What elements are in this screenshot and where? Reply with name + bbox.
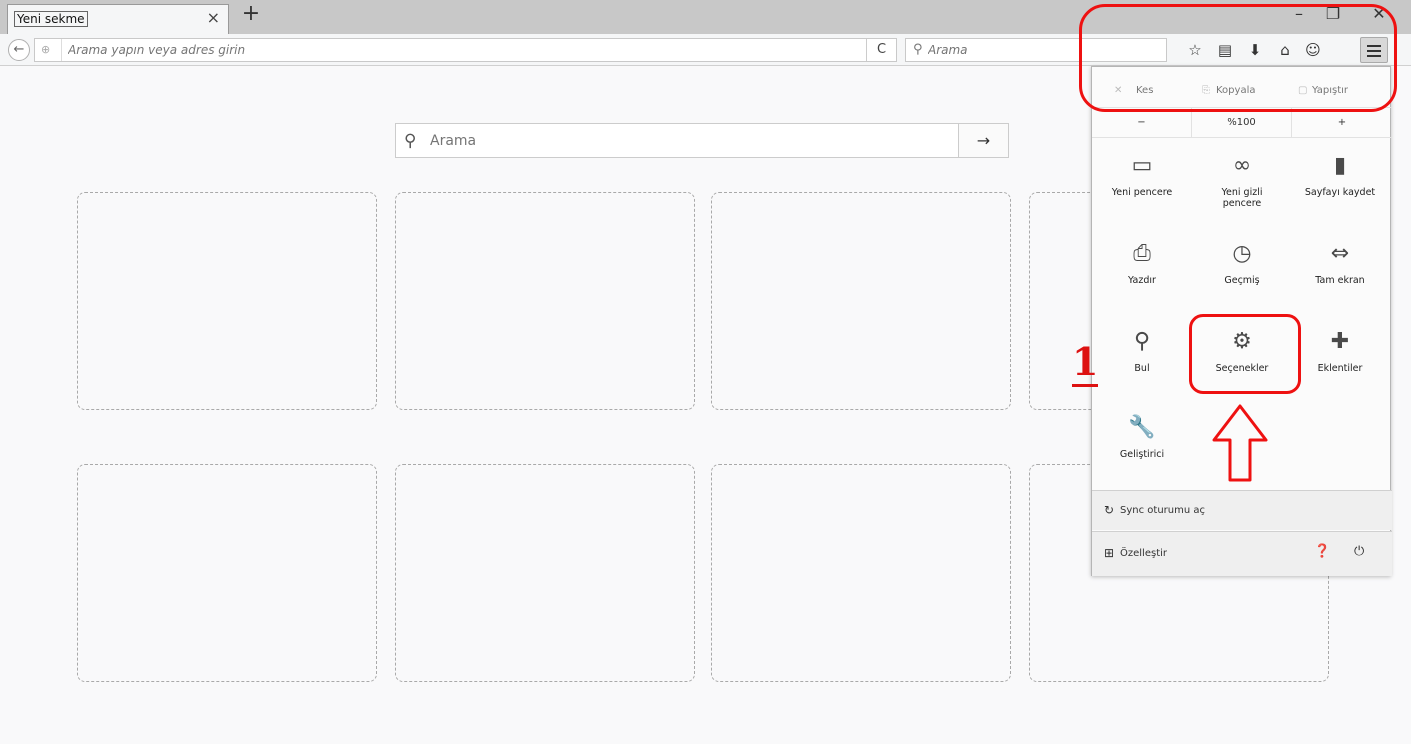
new-private-window-label: Yeni gizli pencere	[1221, 187, 1263, 209]
tile-placeholder[interactable]	[395, 464, 695, 682]
new-window-button[interactable]: ▭ Yeni pencere	[1094, 151, 1190, 231]
print-icon: ⎙	[1133, 241, 1151, 266]
find-icon: ⚲	[1133, 329, 1151, 354]
annotation-highlight-ring	[1079, 4, 1397, 112]
sync-label: Sync oturumu aç	[1120, 505, 1205, 516]
tab-title: Yeni sekme	[14, 11, 88, 27]
tile-placeholder[interactable]	[711, 192, 1011, 410]
tile-placeholder[interactable]	[77, 464, 377, 682]
page-icon: ▮	[1333, 153, 1347, 178]
find-button[interactable]: ⚲ Bul	[1094, 327, 1190, 407]
addons-button[interactable]: ✚ Eklentiler	[1292, 327, 1388, 407]
puzzle-icon: ✚	[1330, 329, 1350, 354]
new-window-label: Yeni pencere	[1111, 187, 1173, 198]
wrench-icon: 🔧	[1128, 415, 1156, 440]
new-tab-icon[interactable]: +	[240, 2, 262, 26]
newtab-search-input[interactable]	[430, 124, 950, 157]
url-bar[interactable]: ⊕ C	[34, 38, 897, 62]
save-page-label: Sayfayı kaydet	[1304, 187, 1376, 198]
window-icon: ▭	[1131, 153, 1153, 178]
tab-close-icon[interactable]: ×	[207, 9, 220, 27]
search-icon: ⚲	[404, 131, 417, 151]
sync-signin-row[interactable]: ↻ Sync oturumu aç	[1092, 490, 1392, 530]
print-label: Yazdır	[1128, 275, 1156, 286]
customize-row: ⊞ Özelleştir ❓ ⏻	[1092, 531, 1392, 576]
url-input[interactable]	[61, 39, 861, 61]
fullscreen-label: Tam ekran	[1315, 275, 1365, 286]
sync-icon: ↻	[1104, 503, 1115, 517]
private-mask-icon: ∞	[1232, 153, 1252, 178]
zoom-out-button[interactable]: −	[1092, 108, 1192, 138]
tile-placeholder[interactable]	[395, 192, 695, 410]
customize-plus-icon[interactable]: ⊞	[1104, 546, 1114, 560]
zoom-controls: − %100 +	[1092, 108, 1392, 138]
find-label: Bul	[1134, 363, 1150, 374]
annotation-up-arrow	[1212, 404, 1268, 482]
tab-yeni-sekme[interactable]: Yeni sekme ×	[7, 4, 229, 34]
addons-label: Eklentiler	[1317, 363, 1363, 374]
search-go-arrow-icon[interactable]: →	[958, 124, 1008, 157]
newtab-search-box[interactable]: ⚲ →	[395, 123, 1009, 158]
history-label: Geçmiş	[1224, 275, 1260, 286]
fullscreen-button[interactable]: ⇔ Tam ekran	[1292, 239, 1388, 319]
customize-button[interactable]: Özelleştir	[1120, 548, 1167, 559]
site-identity-icon[interactable]: ⊕	[41, 43, 50, 56]
fullscreen-icon: ⇔	[1330, 241, 1350, 266]
back-arrow-icon[interactable]: ←	[8, 39, 30, 61]
history-clock-icon: ◷	[1232, 241, 1252, 266]
quit-power-icon[interactable]: ⏻	[1354, 544, 1364, 559]
search-icon[interactable]: ⚲	[913, 42, 923, 57]
save-page-button[interactable]: ▮ Sayfayı kaydet	[1292, 151, 1388, 231]
history-button[interactable]: ◷ Geçmiş	[1194, 239, 1290, 319]
tile-placeholder[interactable]	[77, 192, 377, 410]
tile-placeholder[interactable]	[711, 464, 1011, 682]
developer-button[interactable]: 🔧 Geliştirici	[1094, 413, 1190, 493]
developer-label: Geliştirici	[1119, 449, 1165, 460]
annotation-step-number: 1	[1072, 340, 1099, 387]
zoom-in-button[interactable]: +	[1292, 108, 1392, 138]
print-button[interactable]: ⎙ Yazdır	[1094, 239, 1190, 319]
reload-icon[interactable]: C	[866, 39, 896, 61]
help-icon[interactable]: ❓	[1314, 544, 1330, 559]
new-private-window-button[interactable]: ∞ Yeni gizli pencere	[1194, 151, 1290, 231]
annotation-highlight-ring	[1189, 314, 1301, 394]
zoom-reset-button[interactable]: %100	[1192, 108, 1292, 138]
